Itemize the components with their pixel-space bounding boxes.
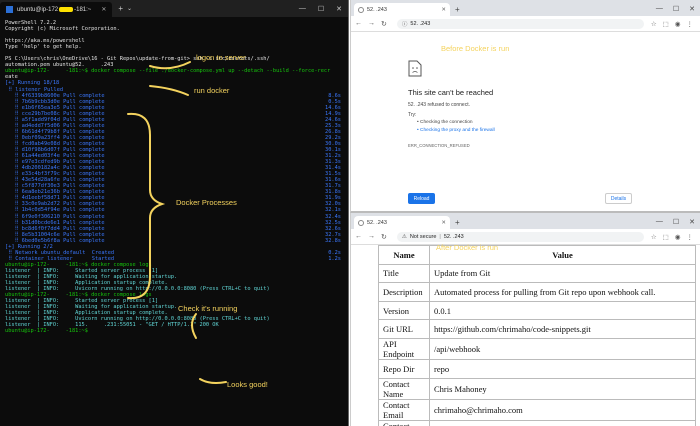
back-icon[interactable]: ← [355,233,362,240]
brace-docker-processes [127,112,166,300]
table-row: Repo Dir repo [378,358,696,379]
suggestion-connection: • Checking the connection [417,120,473,125]
table-row: Contact URLhttps://www.chrimaho.com [378,419,696,426]
new-tab-icon[interactable]: + [455,5,460,14]
address-bar[interactable]: ⓘ 52. .243 [396,18,644,29]
table-row: Description Automated process for pulling… [378,282,696,302]
address-text: 52. .243 [410,20,431,27]
globe-icon [358,219,364,226]
header-name: Name [378,245,430,265]
arrow-check-running [191,313,197,339]
row-value: 0.0.1 [429,300,696,321]
suggestion-proxy-link[interactable]: • Checking the proxy and the firewall [417,128,495,133]
row-key: Description [378,282,430,302]
minimize-icon[interactable]: — [656,218,663,226]
row-value: Automated process for pulling from Git r… [429,282,696,302]
browser-tab-bar: 52. .243 ✕ + — ☐ ✕ [351,213,700,229]
address-bar[interactable]: ⚠ Not secure | 52. .243 [396,231,644,242]
info-icon[interactable]: ⓘ [402,20,408,28]
row-value: https://github.com/chrimaho/code-snippet… [429,319,696,339]
row-key: Contact URL [378,419,430,426]
warning-icon[interactable]: ⚠ [402,234,407,240]
info-table: Name Value Title Update from Git Descripti… [378,245,696,426]
profile-icon[interactable]: ◉ [675,20,681,28]
annotation-before: Before Docker is run [441,44,510,53]
forward-icon[interactable]: → [368,233,375,240]
row-value: https://www.chrimaho.com [429,419,696,426]
not-secure-label: Not secure [409,233,437,240]
row-value: Update from Git [429,263,696,284]
new-tab-icon[interactable]: + [455,218,460,227]
row-key: Title [378,263,430,284]
error-title: This site can't be reached [408,88,494,97]
annotation-after: After Docker is run [436,243,499,252]
back-icon[interactable]: ← [355,20,362,27]
separator: | [439,233,441,240]
try-label: Try: [408,112,417,118]
close-window-icon[interactable]: ✕ [689,218,695,226]
terminal-window: ubuntu@ip-172 -181:~ ✕ + ⌄ — ☐ ✕ PowerSh… [0,0,349,426]
row-key: Contact Name [378,377,430,400]
close-tab-icon[interactable]: ✕ [441,220,446,226]
row-value: /api/webhook [429,337,696,360]
close-tab-icon[interactable]: ✕ [441,7,446,13]
error-code: ERR_CONNECTION_REFUSED [408,143,470,148]
sad-document-icon [408,60,422,77]
browser-window-after: 52. .243 ✕ + — ☐ ✕ ← → ↻ ⚠ Not secure | … [350,213,700,426]
reload-icon[interactable]: ↻ [381,20,387,28]
reload-button[interactable]: Reload [408,193,435,204]
browser-tab-bar: 52. .243 ✕ + — ☐ ✕ [351,0,700,16]
row-key: Repo Dir [378,358,430,379]
extensions-icon[interactable]: ⬚ [663,20,669,28]
maximize-icon[interactable]: ☐ [673,5,679,13]
browser-toolbar: ← → ↻ ⚠ Not secure | 52. .243 ☆ ⬚ ◉ ⋮ [351,229,700,245]
row-key: Contact Email [378,398,430,421]
table-row: API Endpoint/api/webhook [378,337,696,360]
forward-icon[interactable]: → [368,20,375,27]
menu-icon[interactable]: ⋮ [687,233,694,241]
minimize-icon[interactable]: — [656,5,663,13]
table-row: Git URL https://github.com/chrimaho/code-… [378,319,696,339]
browser-window-before: 52. .243 ✕ + — ☐ ✕ ← → ↻ ⓘ 52. .243 ☆ ⬚ … [350,0,700,213]
table-row: Version 0.0.1 [378,300,696,321]
arrow-looks-good [199,378,227,384]
extensions-icon[interactable]: ⬚ [663,233,669,241]
browser-toolbar: ← → ↻ ⓘ 52. .243 ☆ ⬚ ◉ ⋮ [351,16,700,32]
table-row: Contact Name Chris Mahoney [378,377,696,400]
globe-icon [358,6,364,13]
row-key: Version [378,300,430,321]
maximize-icon[interactable]: ☐ [673,218,679,226]
browser-tab[interactable]: 52. .243 ✕ [354,216,450,229]
menu-icon[interactable]: ⋮ [687,20,694,28]
close-window-icon[interactable]: ✕ [689,5,695,13]
row-value: chrimaho@chrimaho.com [429,398,696,421]
error-message: 52. .243 refused to connect. [408,102,470,108]
browser-tab[interactable]: 52. .243 ✕ [354,3,450,16]
details-button[interactable]: Details [605,193,632,204]
browser-tab-title: 52. .243 [367,219,387,226]
profile-icon[interactable]: ◉ [675,233,681,241]
annotation-arrows [127,61,227,384]
reload-icon[interactable]: ↻ [381,233,387,241]
star-icon[interactable]: ☆ [651,233,657,241]
address-text: 52. .243 [443,233,464,240]
table-row: Title Update from Git [378,263,696,284]
row-key: API Endpoint [378,337,430,360]
table-header-row: Name Value [378,245,696,265]
row-value: repo [429,358,696,379]
table-row: Contact Email chrimaho@chrimaho.com [378,398,696,421]
star-icon[interactable]: ☆ [651,20,657,28]
arrow-run-docker [149,85,189,96]
arrow-logon [149,61,191,70]
browser-tab-title: 52. .243 [367,6,387,13]
row-value: Chris Mahoney [429,377,696,400]
row-key: Git URL [378,319,430,339]
